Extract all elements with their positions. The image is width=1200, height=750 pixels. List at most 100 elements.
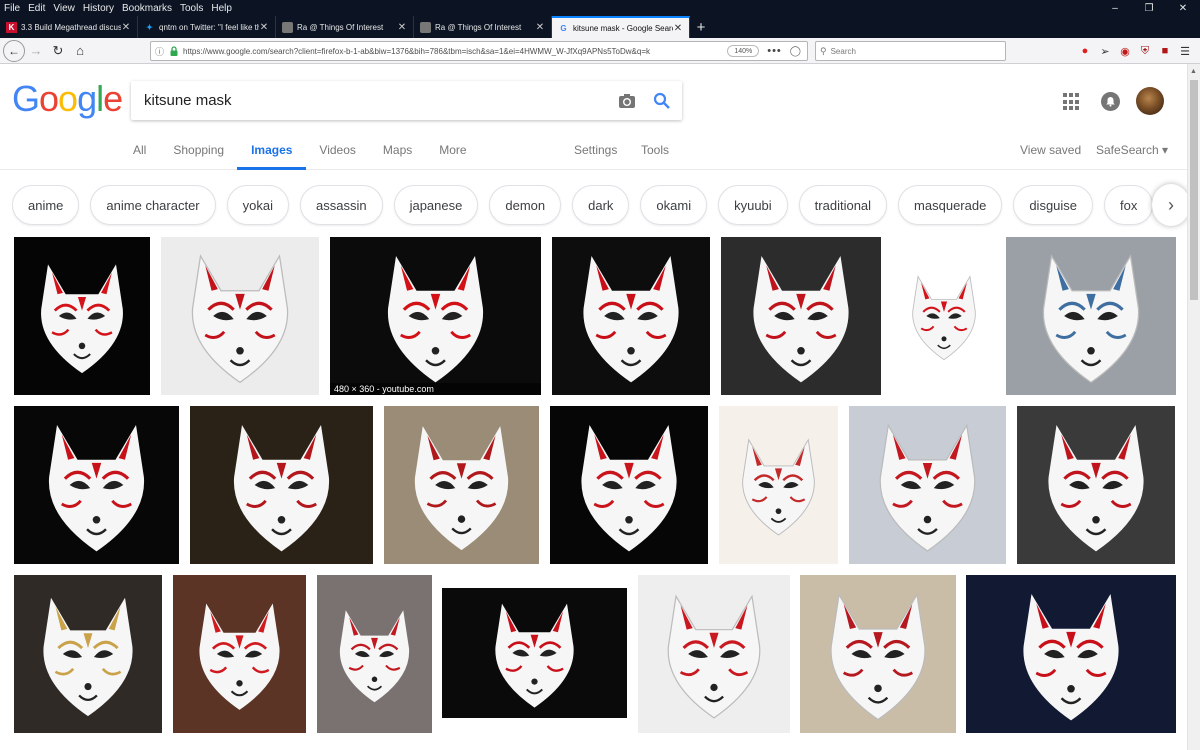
image-result[interactable] [190, 406, 373, 564]
chip-dark[interactable]: dark [572, 185, 630, 225]
minimize-icon[interactable]: – [1098, 0, 1132, 16]
record-icon[interactable]: ● [1076, 42, 1094, 60]
tab-more[interactable]: More [439, 134, 466, 170]
image-result[interactable] [552, 237, 710, 395]
search-button[interactable] [642, 83, 682, 119]
forward-button[interactable]: → [25, 40, 47, 62]
chip-traditional[interactable]: traditional [798, 185, 888, 225]
safesearch-dropdown[interactable]: SafeSearch ▾ [1096, 143, 1168, 157]
chip-assassin[interactable]: assassin [300, 185, 383, 225]
tab-shopping[interactable]: Shopping [173, 134, 224, 170]
chip-disguise[interactable]: disguise [1013, 185, 1094, 225]
menu-tools[interactable]: Tools [176, 3, 207, 14]
zoom-level[interactable]: 140% [727, 45, 760, 57]
tab-maps[interactable]: Maps [383, 134, 412, 170]
image-result[interactable] [849, 406, 1006, 564]
view-saved-link[interactable]: View saved [1020, 143, 1081, 157]
pocket-icon[interactable]: ◯ [790, 46, 801, 57]
chip-kyuubi[interactable]: kyuubi [718, 185, 788, 225]
tools-link[interactable]: Tools [641, 143, 669, 157]
pin-icon[interactable]: ➢ [1096, 42, 1114, 60]
new-tab-button[interactable]: + [690, 16, 712, 38]
scrollbar[interactable]: ▲ [1187, 64, 1200, 750]
menu-history[interactable]: History [79, 3, 118, 14]
image-result[interactable] [966, 575, 1176, 733]
browser-tab[interactable]: K 3.3 Build Megathread discussio✕ [0, 16, 138, 38]
image-result[interactable] [638, 575, 790, 733]
notifications-icon[interactable] [1101, 92, 1120, 111]
chip-yokai[interactable]: yokai [226, 185, 289, 225]
page-actions-icon[interactable]: ••• [767, 45, 782, 57]
settings-link[interactable]: Settings [574, 143, 617, 157]
browser-tab[interactable]: ✦ qntm on Twitter: "I feel like tha ✕ [138, 16, 276, 38]
back-button[interactable]: ← [3, 39, 25, 62]
tab-title: Ra @ Things Of Interest [435, 22, 522, 32]
close-tab-icon[interactable]: ✕ [397, 22, 407, 33]
tab-all[interactable]: All [133, 134, 146, 170]
search-icon: ⚲ [820, 45, 827, 56]
image-result[interactable] [173, 575, 306, 733]
close-tab-icon[interactable]: ✕ [121, 22, 131, 33]
close-tab-icon[interactable]: ✕ [259, 22, 269, 33]
menu-view[interactable]: View [49, 3, 79, 14]
favicon-icon: K [6, 21, 17, 33]
image-result[interactable] [161, 237, 319, 395]
vertical-tabs: All Shopping Images Videos Maps More [133, 134, 494, 170]
image-result[interactable]: 480 × 360 - youtube.com [330, 237, 541, 395]
scrollbar-thumb[interactable] [1190, 80, 1198, 300]
restore-icon[interactable]: ❐ [1132, 0, 1166, 16]
image-result[interactable] [550, 406, 708, 564]
browser-tab[interactable]: Ra @ Things Of Interest ✕ [276, 16, 414, 38]
camera-icon[interactable] [612, 86, 642, 116]
menu-help[interactable]: Help [207, 3, 236, 14]
google-logo[interactable]: Google [12, 78, 123, 120]
close-icon[interactable]: ✕ [1166, 0, 1200, 16]
image-result[interactable] [892, 237, 996, 395]
menu-file[interactable]: File [0, 3, 24, 14]
chip-fox[interactable]: fox [1104, 185, 1154, 225]
url-bar[interactable]: ⓘ https://www.google.com/search?client=f… [150, 41, 808, 61]
home-button[interactable]: ⌂ [69, 40, 91, 62]
scroll-up-icon[interactable]: ▲ [1190, 68, 1197, 75]
info-icon[interactable]: ⓘ [155, 45, 164, 58]
image-result[interactable] [442, 588, 627, 718]
browser-tab[interactable]: Gkitsune mask - Google Search ✕ [552, 16, 690, 38]
image-caption: 480 × 360 - youtube.com [330, 383, 541, 395]
chip-anime-character[interactable]: anime character [90, 185, 216, 225]
browser-tab[interactable]: Ra @ Things Of Interest ✕ [414, 16, 552, 38]
image-result[interactable] [719, 406, 838, 564]
menu-bookmarks[interactable]: Bookmarks [118, 3, 176, 14]
image-result[interactable] [14, 406, 179, 564]
avatar[interactable] [1136, 87, 1164, 115]
close-tab-icon[interactable]: ✕ [673, 23, 683, 34]
tab-videos[interactable]: Videos [319, 134, 355, 170]
chevron-right-icon[interactable]: › [1152, 184, 1190, 226]
image-result[interactable] [1006, 237, 1176, 395]
adblock-icon[interactable]: ◉ [1116, 42, 1134, 60]
favicon-icon [282, 21, 293, 33]
menu-icon[interactable]: ☰ [1176, 42, 1194, 60]
chip-japanese[interactable]: japanese [393, 185, 479, 225]
image-result[interactable] [317, 575, 432, 733]
close-tab-icon[interactable]: ✕ [535, 22, 545, 33]
apps-grid-icon[interactable] [1063, 93, 1081, 111]
reload-button[interactable]: ↻ [47, 40, 69, 62]
image-result[interactable] [1017, 406, 1175, 564]
image-result[interactable] [384, 406, 539, 564]
image-result[interactable] [14, 575, 162, 733]
chip-masquerade[interactable]: masquerade [898, 185, 1003, 225]
tab-images[interactable]: Images [236, 134, 307, 170]
image-result[interactable] [721, 237, 881, 395]
shield-icon[interactable]: ⛨ [1136, 42, 1154, 60]
tab-bar: K3.3 Build Megathread discussio✕✦qntm on… [0, 16, 1200, 38]
chip-demon[interactable]: demon [489, 185, 562, 225]
extension-icon[interactable]: ■ [1156, 42, 1174, 60]
menu-edit[interactable]: Edit [24, 3, 49, 14]
tab-title: 3.3 Build Megathread discussio [21, 22, 121, 32]
image-result[interactable] [14, 237, 150, 395]
search-input[interactable] [131, 82, 612, 119]
chip-anime[interactable]: anime [12, 185, 80, 225]
image-result[interactable] [800, 575, 956, 733]
browser-search-box[interactable]: ⚲ Search [815, 41, 1006, 61]
chip-okami[interactable]: okami [640, 185, 708, 225]
